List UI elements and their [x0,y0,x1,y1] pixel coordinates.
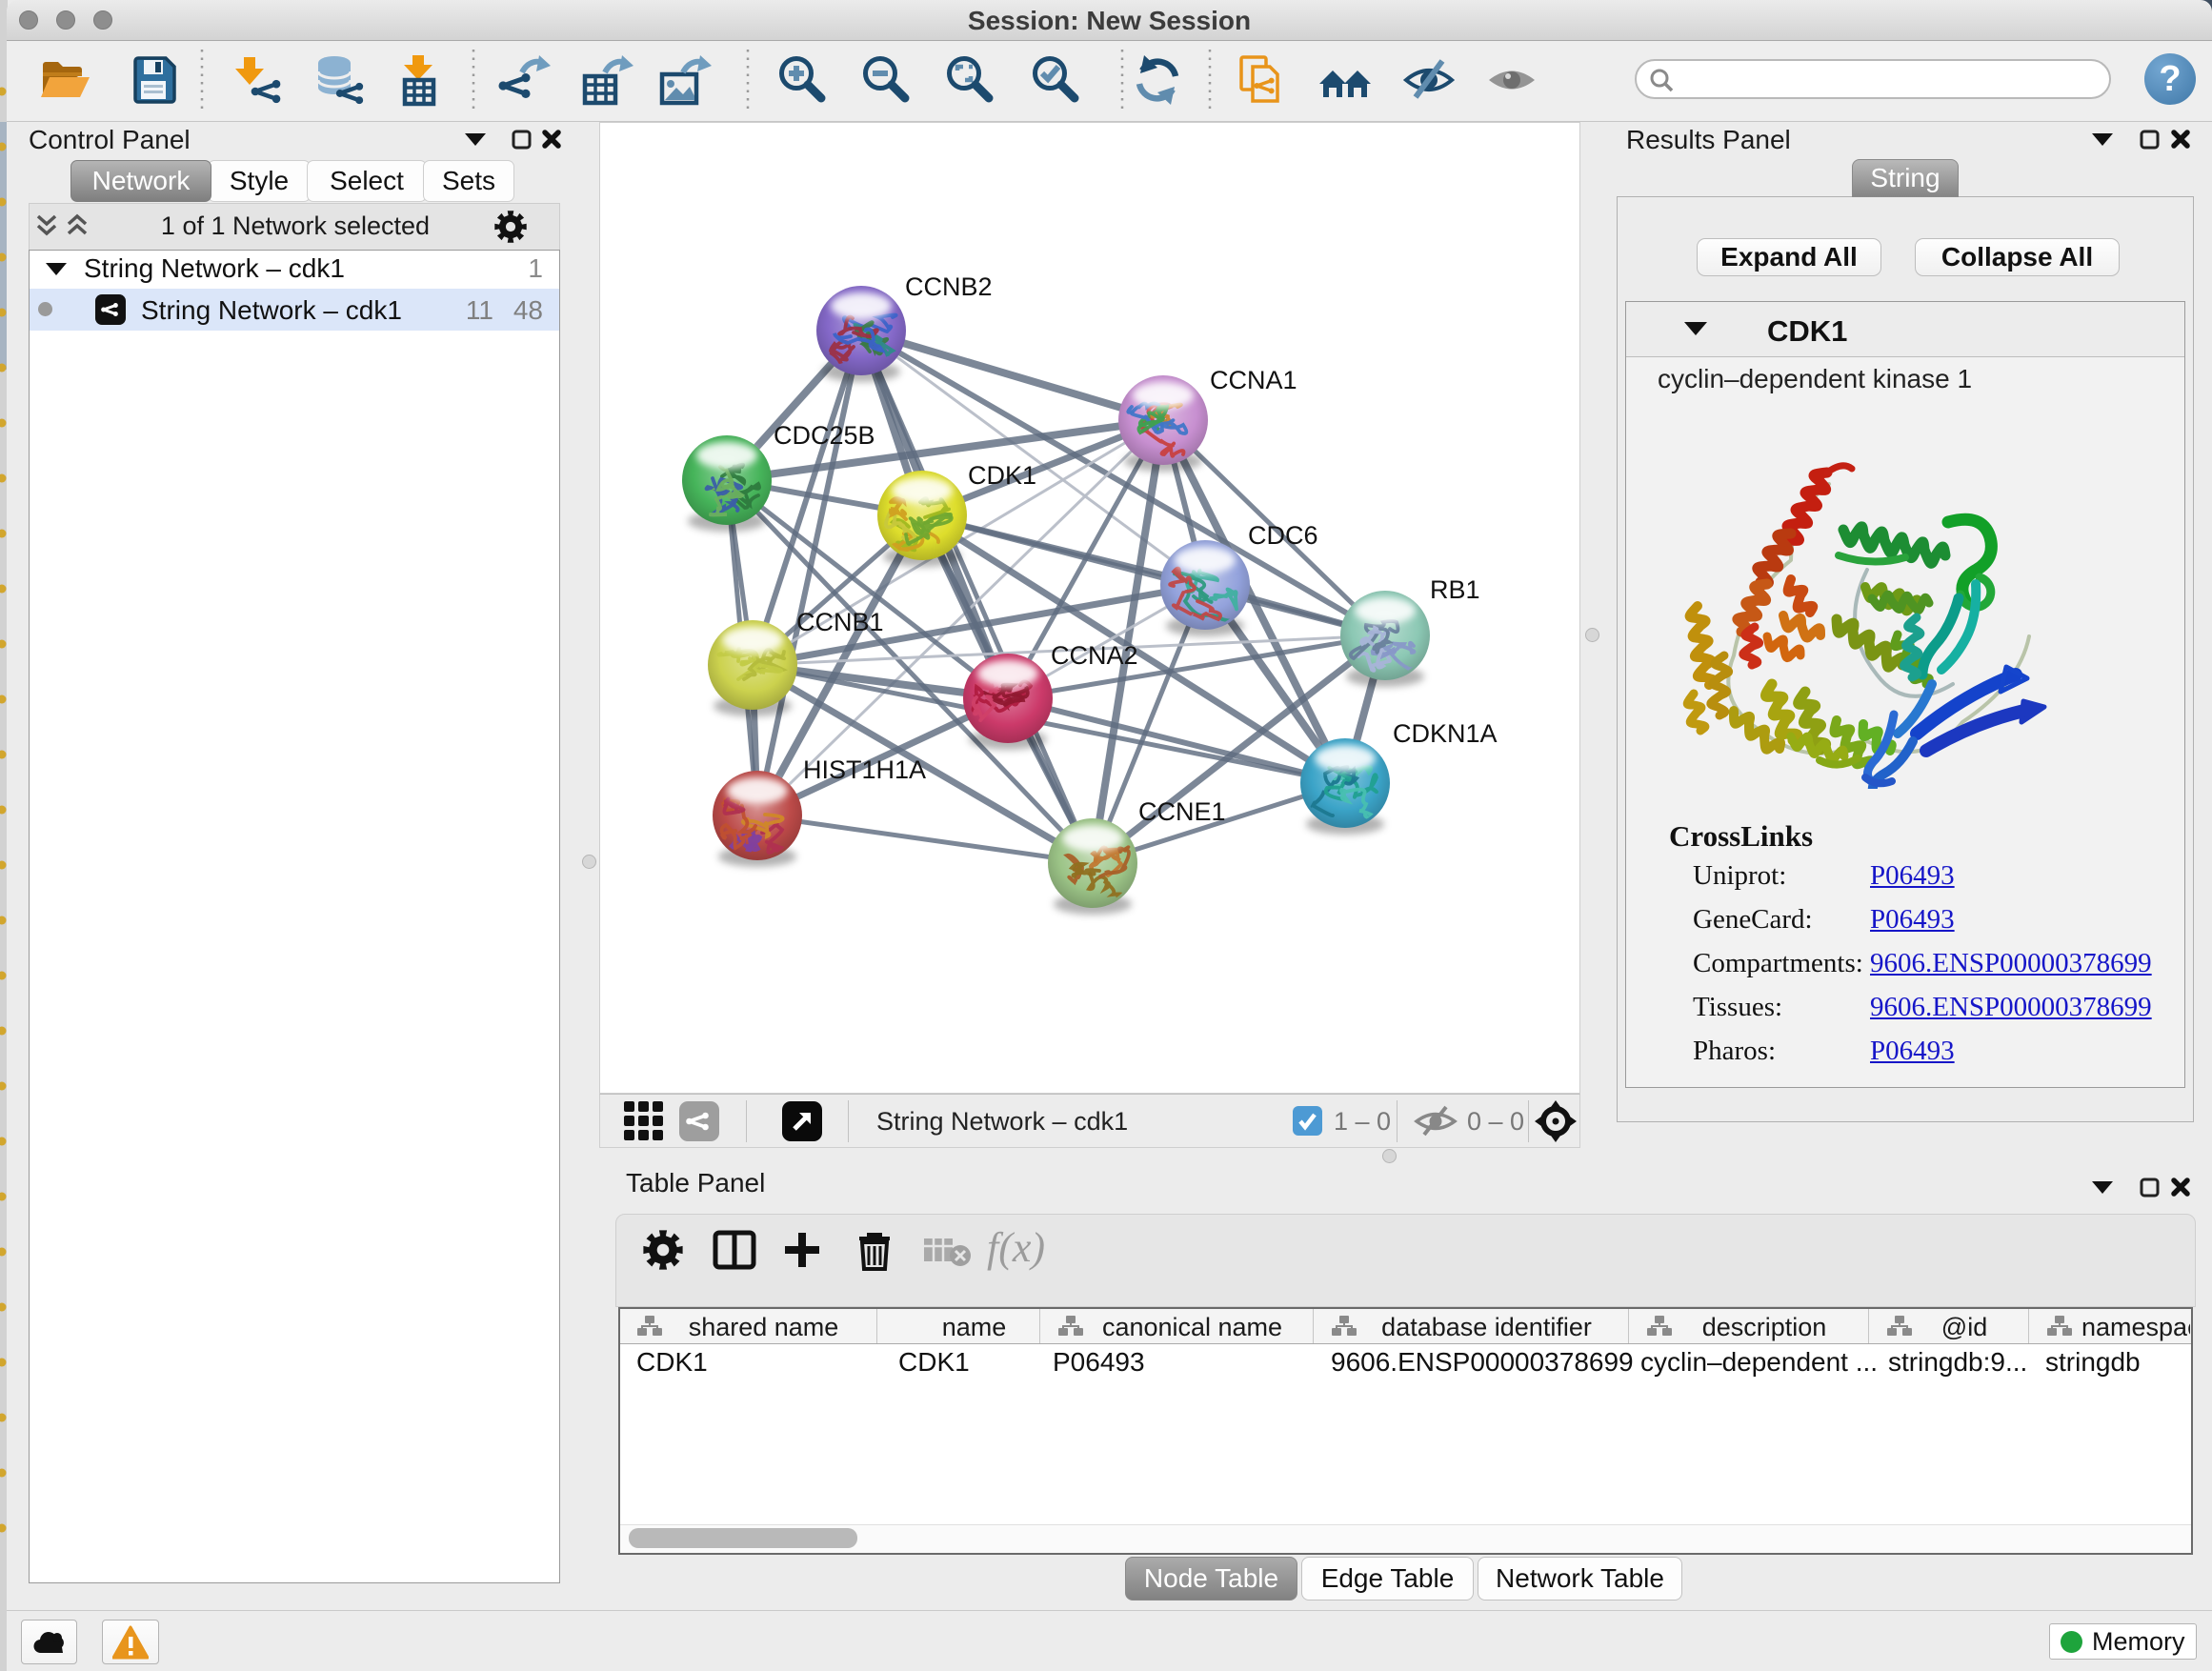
svg-text:CCNA2: CCNA2 [1051,641,1138,670]
svg-text:CDC6: CDC6 [1248,521,1318,550]
svg-text:CDC25B: CDC25B [774,421,875,450]
svg-text:CCNE1: CCNE1 [1138,797,1226,826]
svg-text:RB1: RB1 [1430,575,1480,604]
svg-text:CCNB2: CCNB2 [905,272,993,301]
svg-text:CCNB1: CCNB1 [796,608,884,636]
svg-text:CCNA1: CCNA1 [1210,366,1297,394]
svg-text:HIST1H1A: HIST1H1A [803,755,926,784]
svg-text:CDK1: CDK1 [968,461,1036,490]
svg-text:CDKN1A: CDKN1A [1393,719,1498,748]
